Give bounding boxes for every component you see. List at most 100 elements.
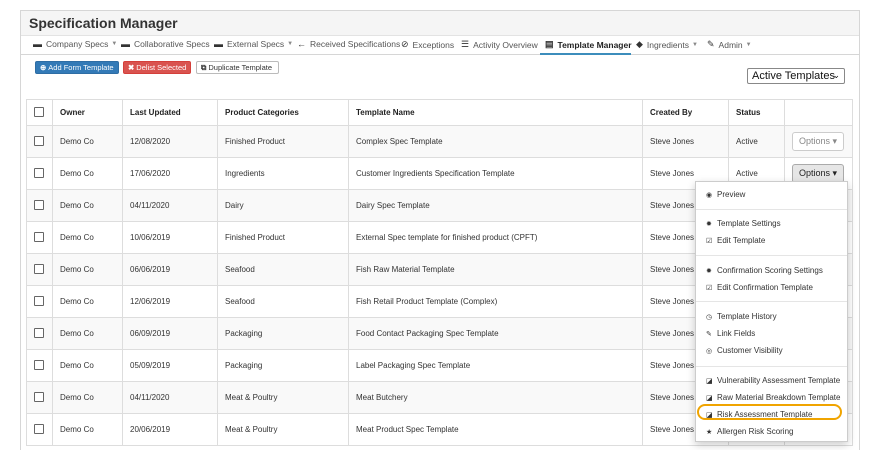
row-checkbox[interactable] <box>34 391 44 402</box>
column-header-product-categories[interactable]: Product Categories <box>217 99 349 126</box>
column-header-actions <box>784 99 853 126</box>
last-updated-cell: 06/09/2019 <box>122 317 218 350</box>
nav-item-label: External Specs <box>227 39 285 49</box>
gear-icon: ✹ <box>706 220 712 228</box>
last-updated-cell: 10/06/2019 <box>122 221 218 254</box>
product-category-cell: Finished Product <box>217 125 349 158</box>
nav-item-label: Collaborative Specs <box>134 39 210 49</box>
nav-item-activity-overview[interactable]: ☰ Activity Overview <box>461 39 538 50</box>
menu-item-preview[interactable]: ◉ Preview <box>706 190 745 199</box>
delist-selected-label: Delist Selected <box>136 63 187 72</box>
row-checkbox[interactable] <box>34 199 44 210</box>
row-checkbox[interactable] <box>34 263 44 274</box>
row-checkbox[interactable] <box>34 231 44 242</box>
row-select-cell <box>26 381 53 414</box>
column-header-created-by[interactable]: Created By <box>642 99 729 126</box>
row-select-cell <box>26 285 53 318</box>
nav-item-received-specifications[interactable]: ← Received Specifications <box>297 39 400 49</box>
page-title: Specification Manager <box>29 15 178 31</box>
menu-item-label: Preview <box>717 190 746 199</box>
owner-cell: Demo Co <box>52 189 123 222</box>
options-button[interactable]: Options ▾ <box>792 132 845 151</box>
menu-item-label: Customer Visibility <box>717 346 783 355</box>
owner-cell: Demo Co <box>52 381 123 414</box>
owner-cell: Demo Co <box>52 349 123 382</box>
link-icon: ✎ <box>706 330 712 338</box>
select-all-checkbox[interactable] <box>34 106 44 117</box>
menu-item-template-history[interactable]: ◷ Template History <box>706 312 777 321</box>
last-updated-cell: 17/06/2020 <box>122 157 218 190</box>
row-checkbox[interactable] <box>34 135 44 146</box>
product-category-cell: Seafood <box>217 253 349 286</box>
nav-item-exceptions[interactable]: ⊘ Exceptions <box>401 39 454 50</box>
nav-item-template-manager[interactable]: ▤ Template Manager <box>545 39 632 50</box>
nav-item-company-specs[interactable]: ▬ Company Specs ▼ <box>33 39 117 49</box>
copy-icon: ⧉ <box>201 62 207 72</box>
nav-item-label: Admin <box>718 39 743 50</box>
row-checkbox[interactable] <box>34 327 44 338</box>
menu-item-template-settings[interactable]: ✹ Template Settings <box>706 219 781 228</box>
caret-down-icon: ▼ <box>691 41 698 48</box>
column-header-status[interactable]: Status <box>728 99 785 126</box>
plus-circle-icon: ⊕ <box>40 63 47 72</box>
menu-item-confirmation-scoring-settings[interactable]: ✹ Confirmation Scoring Settings <box>706 266 823 275</box>
menu-item-allergen-risk-scoring[interactable]: ★ Allergen Risk Scoring <box>706 427 793 436</box>
last-updated-cell: 04/11/2020 <box>122 189 218 222</box>
leaf-icon: ◆ <box>636 39 643 49</box>
wrench-icon: ✎ <box>707 39 715 49</box>
row-checkbox[interactable] <box>34 359 44 370</box>
column-header-template-name[interactable]: Template Name <box>348 99 643 126</box>
row-checkbox[interactable] <box>34 167 44 178</box>
nav-item-ingredients[interactable]: ◆ Ingredients ▼ <box>636 39 698 50</box>
star-icon: ★ <box>706 428 713 436</box>
menu-divider <box>696 366 847 367</box>
menu-item-label: Edit Template <box>717 236 766 245</box>
menu-item-label: Raw Material Breakdown Template <box>717 393 841 402</box>
product-category-cell: Ingredients <box>217 157 349 190</box>
menu-item-raw-material-breakdown-template[interactable]: ◪ Raw Material Breakdown Template <box>706 393 840 402</box>
last-updated-cell: 04/11/2020 <box>122 381 218 414</box>
menu-divider <box>696 209 847 210</box>
menu-item-link-fields[interactable]: ✎ Link Fields <box>706 329 755 338</box>
owner-cell: Demo Co <box>52 413 123 446</box>
nav-item-label: Ingredients <box>646 39 689 50</box>
nav-item-collaborative-specs[interactable]: ▬ Collaborative Specs <box>121 39 210 49</box>
caret-down-icon: ▾ <box>830 136 838 146</box>
caret-down-icon: ▼ <box>111 41 118 47</box>
menu-item-label: Edit Confirmation Template <box>717 283 813 292</box>
select-all-cell <box>26 99 53 126</box>
product-category-cell: Finished Product <box>217 221 349 254</box>
delist-selected-button[interactable]: ✖ Delist Selected <box>123 61 191 74</box>
row-checkbox[interactable] <box>34 295 44 306</box>
template-status-filter[interactable]: Active Templates ⌄ <box>747 68 845 84</box>
nav-item-external-specs[interactable]: ▬ External Specs ▼ <box>214 39 293 49</box>
owner-cell: Demo Co <box>52 253 123 286</box>
column-header-last-updated[interactable]: Last Updated <box>122 99 218 126</box>
options-dropdown-menu: ◉ Preview ✹ Template Settings ☑ Edit Template… <box>695 181 848 442</box>
menu-item-label: Template History <box>717 312 777 321</box>
options-button-label: Options <box>799 168 831 178</box>
add-form-template-button[interactable]: ⊕ Add Form Template <box>35 61 119 74</box>
row-select-cell <box>26 317 53 350</box>
nav-item-label: Company Specs <box>46 39 109 49</box>
duplicate-template-button[interactable]: ⧉ Duplicate Template <box>196 61 279 74</box>
template-name-cell: Meat Product Spec Template <box>348 413 643 446</box>
menu-item-label: Vulnerability Assessment Template <box>717 376 841 385</box>
nav-item-admin[interactable]: ✎ Admin ▼ <box>707 39 752 50</box>
menu-divider <box>696 255 847 256</box>
table-header-row: Owner Last Updated Product Categories Te… <box>26 99 853 126</box>
menu-item-edit-confirmation-template[interactable]: ☑ Edit Confirmation Template <box>706 283 813 292</box>
template-status-filter-value: Active Templates <box>752 70 835 82</box>
menu-item-label: Template Settings <box>717 219 781 228</box>
menu-item-customer-visibility[interactable]: ◎ Customer Visibility <box>706 346 783 355</box>
table-row[interactable]: Demo Co 12/08/2020 Finished Product Complex… <box>26 125 853 158</box>
menu-item-label: Link Fields <box>717 329 756 338</box>
menu-item-vulnerability-assessment-template[interactable]: ◪ Vulnerability Assessment Template <box>706 376 840 385</box>
template-name-cell: Customer Ingredients Specification Templ… <box>348 157 643 190</box>
product-category-cell: Packaging <box>217 349 349 382</box>
column-header-owner[interactable]: Owner <box>52 99 123 126</box>
row-select-cell <box>26 189 53 222</box>
menu-item-edit-template[interactable]: ☑ Edit Template <box>706 236 765 245</box>
close-icon: ✖ <box>128 63 135 72</box>
row-checkbox[interactable] <box>34 423 44 434</box>
